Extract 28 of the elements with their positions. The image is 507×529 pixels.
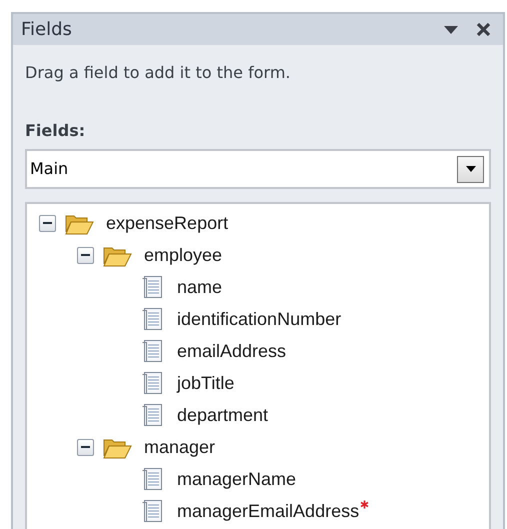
- document-icon: [141, 307, 165, 331]
- dropdown-arrow-icon: [466, 166, 476, 172]
- group-label[interactable]: employee: [144, 242, 222, 268]
- close-icon: [476, 22, 490, 37]
- instruction-text: Drag a field to add it to the form.: [25, 62, 292, 84]
- field-label[interactable]: managerName: [177, 466, 296, 492]
- group-label[interactable]: manager: [144, 434, 216, 460]
- field-label[interactable]: name: [177, 274, 222, 300]
- collapse-toggle[interactable]: [39, 214, 56, 232]
- panel-title: Fields: [21, 18, 72, 42]
- field-label[interactable]: department: [177, 402, 268, 428]
- document-icon: [141, 339, 165, 363]
- collapse-toggle[interactable]: [77, 246, 94, 264]
- data-source-dropdown[interactable]: Main: [25, 149, 491, 189]
- field-label[interactable]: emailAddress: [177, 338, 286, 364]
- field-label[interactable]: jobTitle: [177, 370, 234, 396]
- group-label[interactable]: expenseReport: [106, 210, 228, 236]
- field-label[interactable]: managerEmailAddress: [177, 498, 360, 524]
- document-icon: [141, 467, 165, 491]
- document-icon: [141, 371, 165, 395]
- document-icon: [141, 275, 165, 299]
- collapse-toggle[interactable]: [77, 438, 94, 456]
- dropdown-arrow-icon: [444, 26, 458, 34]
- dropdown-button[interactable]: [457, 156, 484, 182]
- document-icon: [141, 403, 165, 427]
- document-icon: [141, 499, 165, 523]
- fields-label: Fields:: [25, 120, 86, 142]
- field-label[interactable]: identificationNumber: [177, 306, 342, 332]
